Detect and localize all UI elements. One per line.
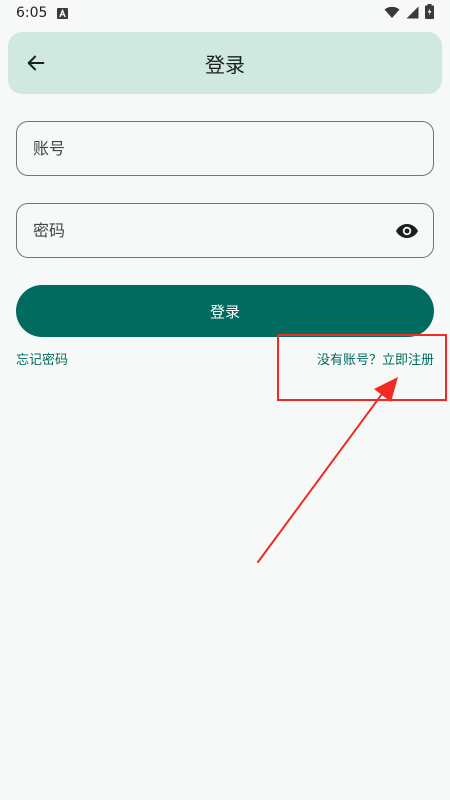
login-screen: 6:05 登录 账号 登录 忘记密码 没有账号？立即注册 bbox=[0, 0, 450, 800]
annotation-arrow bbox=[257, 377, 398, 563]
